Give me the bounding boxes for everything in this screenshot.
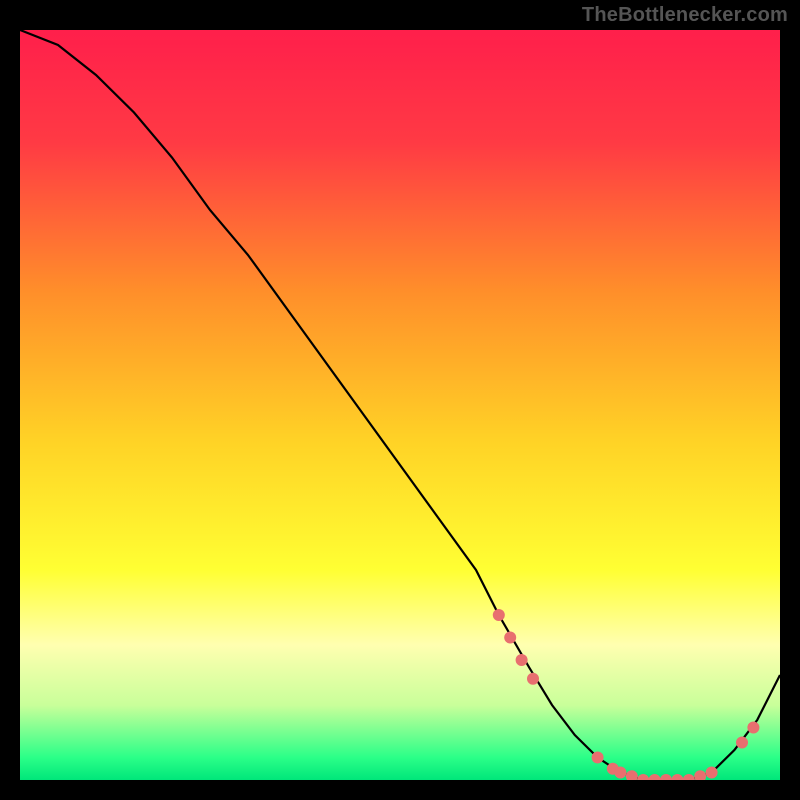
plot-area (20, 30, 780, 780)
chart-frame: TheBottlenecker.com (0, 0, 800, 800)
highlight-marker (747, 722, 759, 734)
gradient-background (20, 30, 780, 780)
highlight-marker (592, 752, 604, 764)
highlight-marker (706, 767, 718, 779)
attribution-text: TheBottlenecker.com (582, 4, 788, 27)
highlight-marker (736, 737, 748, 749)
highlight-marker (516, 654, 528, 666)
highlight-marker (614, 767, 626, 779)
highlight-marker (504, 632, 516, 644)
chart-svg (20, 30, 780, 780)
highlight-marker (493, 609, 505, 621)
highlight-marker (527, 673, 539, 685)
